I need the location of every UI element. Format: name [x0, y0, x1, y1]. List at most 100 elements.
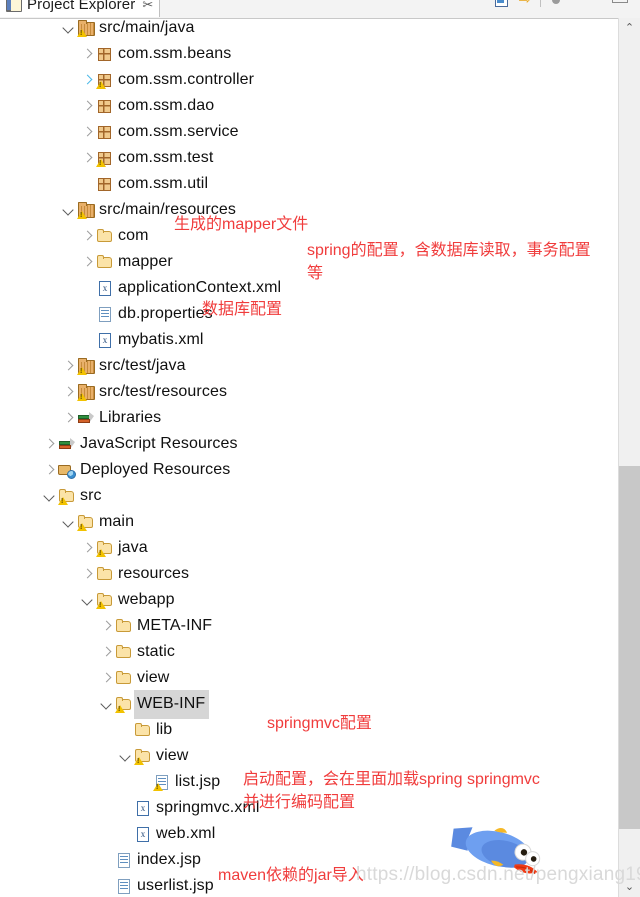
tree-row[interactable]: webapp [79, 587, 175, 613]
tree-row[interactable]: mapper [79, 249, 173, 275]
tree-row-label: com.ssm.beans [118, 45, 232, 62]
pin-icon[interactable]: ✂ [142, 0, 153, 11]
folder-icon [114, 668, 134, 688]
tree-row[interactable]: src/main/java [60, 18, 195, 41]
tree-row[interactable]: resources [79, 561, 189, 587]
jsp-file-icon [114, 850, 134, 870]
tree-row[interactable]: list.jsp [136, 769, 220, 795]
view-menu-icon[interactable] [548, 0, 566, 9]
warning-badge-icon [76, 200, 96, 220]
tree-row-label: java [118, 539, 148, 556]
package-icon [95, 44, 115, 64]
folder-warn-icon [95, 538, 115, 558]
tree-row[interactable]: static [98, 639, 175, 665]
chevron-right-icon[interactable] [79, 561, 95, 587]
tree-row[interactable]: src [41, 483, 102, 509]
chevron-right-icon[interactable] [98, 665, 114, 691]
tree-row[interactable]: index.jsp [98, 847, 201, 873]
tree-row[interactable]: mybatis.xml [79, 327, 204, 353]
tree-row[interactable]: src/test/java [60, 353, 186, 379]
folder-warn-icon [95, 590, 115, 610]
chevron-right-icon[interactable] [79, 67, 95, 93]
tree-row[interactable]: main [60, 509, 134, 535]
tree-row[interactable]: com.ssm.controller [79, 67, 254, 93]
tree-row[interactable]: com.ssm.service [79, 119, 239, 145]
chevron-right-icon[interactable] [41, 457, 57, 483]
libraries-icon [76, 408, 96, 428]
tree-row[interactable]: java [79, 535, 148, 561]
tree-row[interactable]: Deployed Resources [41, 457, 230, 483]
chevron-down-icon[interactable] [41, 483, 57, 509]
chevron-right-icon[interactable] [79, 249, 95, 275]
chevron-right-icon[interactable] [79, 535, 95, 561]
tree-row[interactable]: com.ssm.test [79, 145, 213, 171]
chevron-down-icon[interactable] [79, 587, 95, 613]
tree-row-label: view [137, 669, 170, 686]
libraries-icon [57, 434, 77, 454]
chevron-right-icon[interactable] [79, 145, 95, 171]
chevron-down-icon[interactable] [60, 509, 76, 535]
tree-row[interactable]: web.xml [117, 821, 215, 847]
folder-icon [95, 252, 115, 272]
tree-row[interactable]: JavaScript Resources [41, 431, 238, 457]
chevron-down-icon[interactable] [98, 691, 114, 717]
tree-row[interactable]: src/test/resources [60, 379, 227, 405]
view-header-bar: Project Explorer ✂ ⇨ [0, 0, 640, 19]
tree-row[interactable]: com [79, 223, 149, 249]
collapse-all-icon[interactable] [492, 0, 510, 9]
project-explorer-tree[interactable]: src/main/java com.ssm.beans com.ssm.contro… [0, 18, 618, 897]
chevron-right-icon[interactable] [79, 41, 95, 67]
tab-project-explorer[interactable]: Project Explorer ✂ [0, 0, 161, 17]
chevron-right-icon[interactable] [98, 639, 114, 665]
folder-icon [95, 564, 115, 584]
chevron-down-icon[interactable] [60, 18, 76, 41]
tree-row-label: WEB-INF [134, 689, 210, 719]
tree-row[interactable]: WEB-INF [98, 689, 210, 719]
chevron-right-icon[interactable] [60, 379, 76, 405]
package-icon [95, 122, 115, 142]
tree-row[interactable]: META-INF [98, 613, 212, 639]
chevron-right-icon[interactable] [79, 119, 95, 145]
tree-row-label: JavaScript Resources [80, 435, 238, 452]
tree-row-label: com.ssm.service [118, 123, 239, 140]
folder-icon [95, 226, 115, 246]
tree-row[interactable]: com.ssm.dao [79, 93, 214, 119]
tree-row[interactable]: springmvc.xml [117, 795, 260, 821]
tree-row[interactable]: view [98, 665, 169, 691]
tree-row[interactable]: com.ssm.util [79, 171, 208, 197]
tree-row[interactable]: db.properties [79, 301, 213, 327]
scrollbar-thumb[interactable] [619, 466, 640, 829]
scroll-up-icon[interactable]: ⌃ [619, 18, 640, 38]
chevron-right-icon[interactable] [79, 93, 95, 119]
folder-warn-icon [57, 486, 77, 506]
vertical-scrollbar[interactable]: ⌃ ⌄ [618, 18, 640, 897]
tree-row-label: src [80, 487, 102, 504]
tree-row-label: Deployed Resources [80, 461, 231, 478]
chevron-right-icon[interactable] [41, 431, 57, 457]
chevron-right-icon[interactable] [60, 405, 76, 431]
folder-warn-icon [76, 512, 96, 532]
annotation-text: springmvc配置 [267, 715, 372, 732]
tree-row-label: com.ssm.dao [118, 97, 215, 114]
chevron-down-icon[interactable] [117, 743, 133, 769]
minimize-icon[interactable] [612, 0, 628, 3]
tree-row[interactable]: view [117, 743, 188, 769]
folder-warn-icon [114, 694, 134, 714]
chevron-down-icon[interactable] [60, 197, 76, 223]
chevron-right-icon[interactable] [60, 353, 76, 379]
xml-file-icon [133, 824, 153, 844]
tree-row[interactable]: userlist.jsp [98, 873, 214, 897]
folder-icon [114, 616, 134, 636]
tree-row[interactable]: lib [117, 717, 172, 743]
annotation-text: 生成的mapper文件 [174, 216, 309, 233]
tree-row[interactable]: Libraries [60, 405, 161, 431]
chevron-right-icon[interactable] [79, 223, 95, 249]
folder-icon [114, 642, 134, 662]
link-with-editor-icon[interactable]: ⇨ [516, 0, 534, 9]
tree-row[interactable]: com.ssm.beans [79, 41, 231, 67]
tree-row-label: src/test/java [99, 357, 186, 374]
chevron-right-icon[interactable] [98, 613, 114, 639]
